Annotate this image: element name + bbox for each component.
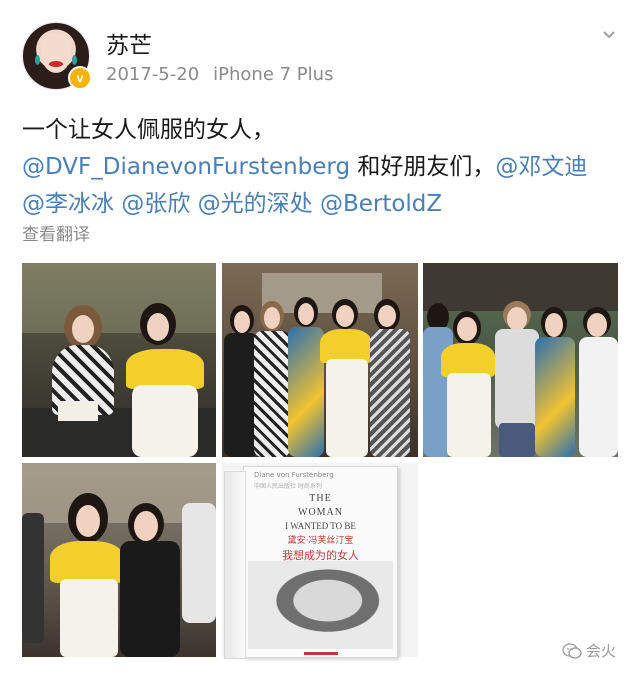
photo-thumbnail[interactable]	[22, 463, 216, 657]
photo-thumbnail[interactable]	[22, 263, 216, 457]
username[interactable]: 苏芒	[106, 26, 152, 60]
post-line-3: @李冰冰 @张欣 @光的深处 @BertoldZ	[22, 186, 622, 223]
post-text-fragment: 和好朋友们，	[350, 154, 496, 180]
book-title-en: WOMAN	[298, 507, 343, 518]
mention-link[interactable]: @DVF_DianevonFurstenberg	[22, 154, 350, 180]
mention-link[interactable]: @李冰冰	[22, 191, 114, 217]
post-device: iPhone 7 Plus	[213, 64, 334, 85]
book-portrait	[248, 561, 393, 649]
post-date: 2017-5-20	[106, 64, 200, 85]
chevron-down-icon[interactable]	[602, 28, 616, 42]
book-author: Diane von Furstenberg	[254, 471, 334, 479]
book-series: 中国人民出版社 时尚系列	[254, 483, 322, 490]
book-title-en: I WANTED TO BE	[285, 521, 356, 531]
book-publisher-mark	[304, 652, 338, 655]
post-line-2: @DVF_DianevonFurstenberg 和好朋友们，@邓文迪	[22, 149, 622, 186]
photo-thumbnail[interactable]	[423, 263, 618, 457]
book-title-en: THE	[309, 493, 332, 504]
translate-link[interactable]: 查看翻译	[22, 220, 90, 245]
verified-badge-icon: v	[68, 66, 92, 90]
earring-icon	[35, 55, 40, 65]
post-line-1: 一个让女人佩服的女人，	[22, 117, 275, 143]
mention-link[interactable]: @邓文迪	[495, 154, 587, 180]
mention-link[interactable]: @张欣	[121, 191, 190, 217]
watermark: 会火	[562, 640, 616, 661]
wechat-icon	[562, 642, 582, 659]
avatar-lips	[49, 61, 63, 67]
post-meta: 2017-5-20 iPhone 7 Plus	[106, 64, 333, 85]
watermark-text: 会火	[585, 642, 616, 660]
book-spine	[224, 471, 246, 659]
avatar-face	[41, 33, 71, 73]
book-title-cn-author: 黛安·冯芙丝汀宝	[287, 536, 354, 546]
post-body: 一个让女人佩服的女人， @DVF_DianevonFurstenberg 和好朋…	[22, 112, 622, 223]
mention-link[interactable]: @光的深处	[198, 191, 313, 217]
earring-icon	[72, 55, 77, 65]
mention-link[interactable]: @BertoldZ	[320, 191, 442, 217]
photo-thumbnail[interactable]	[222, 263, 418, 457]
book-cover: Diane von Furstenberg 中国人民出版社 时尚系列 THE W…	[224, 466, 398, 659]
